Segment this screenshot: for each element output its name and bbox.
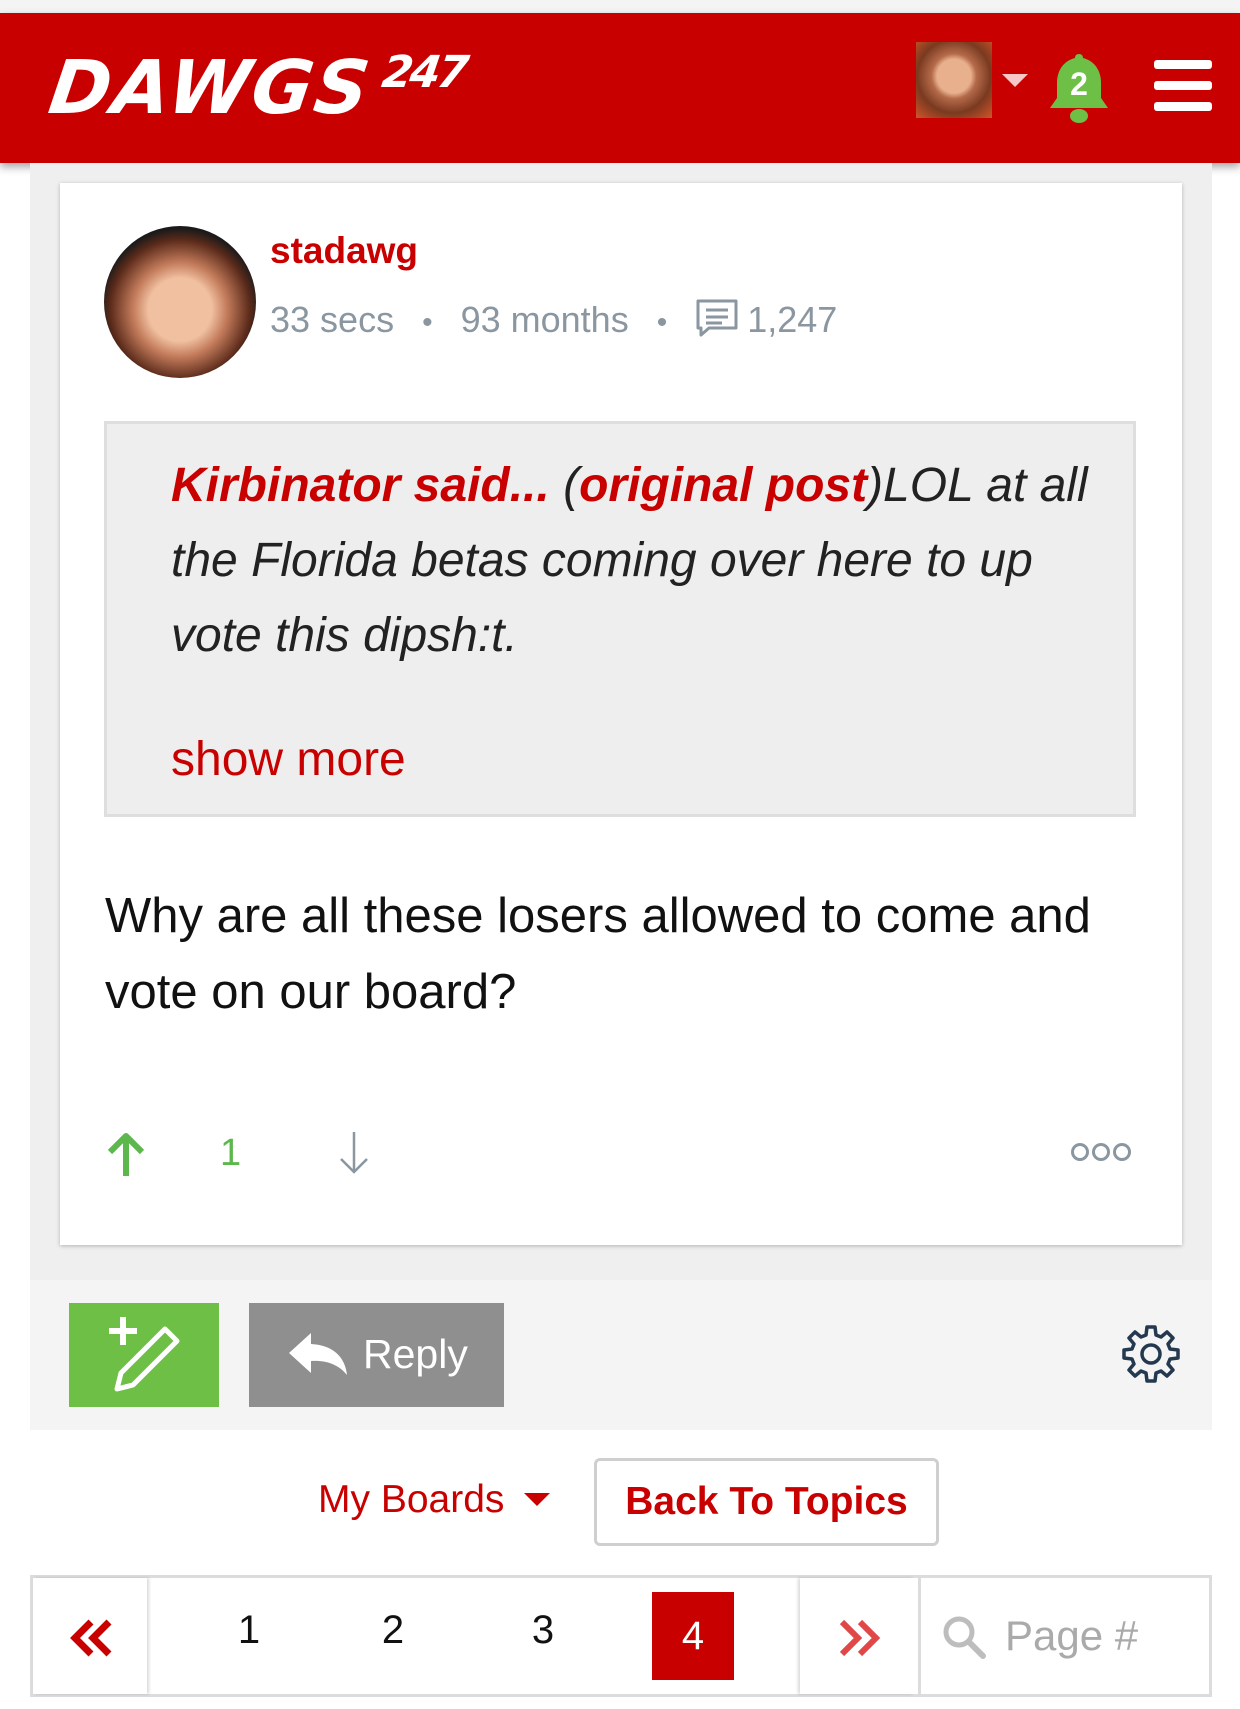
user-avatar[interactable] <box>916 42 992 118</box>
last-page-button[interactable] <box>800 1578 914 1694</box>
post-count: 1,247 <box>747 299 838 340</box>
quote-text-block: Kirbinator said... (original post)LOL at… <box>171 459 1088 662</box>
message-count-icon <box>696 299 738 337</box>
page-link-1[interactable]: 1 <box>219 1608 279 1653</box>
chevron-down-icon <box>524 1493 551 1506</box>
site-logo[interactable]: DAWGS247 <box>44 45 469 131</box>
back-to-topics-button[interactable]: Back To Topics <box>594 1458 939 1546</box>
quote-author[interactable]: Kirbinator said... <box>171 459 550 512</box>
page-search <box>918 1578 1209 1694</box>
arrow-down-icon[interactable] <box>336 1130 372 1176</box>
arrow-up-icon[interactable] <box>104 1130 148 1178</box>
show-more-link[interactable]: show more <box>171 732 406 787</box>
account-caret-icon[interactable] <box>1002 74 1028 87</box>
gear-icon[interactable] <box>1120 1324 1182 1386</box>
post-time: 33 secs <box>270 299 395 340</box>
status-strip <box>0 0 1240 13</box>
logo-number: 247 <box>378 47 469 98</box>
quoted-post: Kirbinator said... (original post)LOL at… <box>104 421 1136 817</box>
reply-label: Reply <box>363 1331 468 1377</box>
post-username[interactable]: stadawg <box>270 230 418 272</box>
compose-icon <box>109 1317 180 1392</box>
page-number-input[interactable] <box>1005 1602 1195 1670</box>
page-link-3[interactable]: 3 <box>513 1608 573 1653</box>
post-meta: 33 secs • 93 months • 1,247 <box>270 299 838 340</box>
my-boards-label: My Boards <box>318 1478 505 1521</box>
post-author-avatar[interactable] <box>104 226 256 378</box>
search-icon <box>943 1616 986 1659</box>
first-page-button[interactable] <box>33 1578 147 1694</box>
page-link-2[interactable]: 2 <box>363 1608 423 1653</box>
reply-arrow-icon <box>289 1333 347 1375</box>
hamburger-menu-icon[interactable] <box>1154 60 1212 112</box>
new-post-button[interactable] <box>69 1303 219 1407</box>
original-post-link[interactable]: original post <box>579 459 867 512</box>
double-chevron-left-icon <box>70 1619 112 1657</box>
notification-count: 2 <box>1070 66 1088 102</box>
current-page[interactable]: 4 <box>652 1592 734 1680</box>
post-body: Why are all these losers allowed to come… <box>105 889 1091 1019</box>
my-boards-dropdown[interactable]: My Boards <box>318 1478 551 1522</box>
logo-text: DAWGS <box>43 45 377 131</box>
more-dots-icon[interactable] <box>1070 1138 1132 1166</box>
double-chevron-right-icon <box>839 1619 881 1657</box>
vote-count: 1 <box>220 1132 242 1174</box>
reply-button[interactable]: Reply <box>249 1303 504 1407</box>
member-tenure: 93 months <box>460 299 629 340</box>
